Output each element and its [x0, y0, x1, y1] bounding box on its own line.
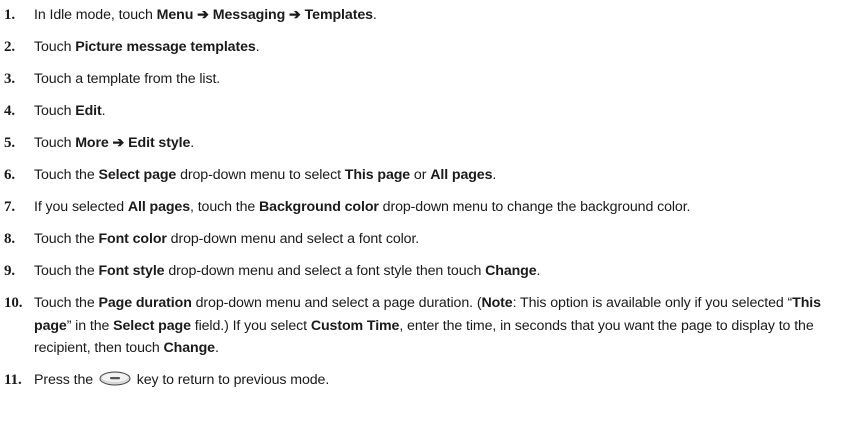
step-text-segment: Touch the: [34, 295, 99, 311]
step-text-segment: Touch the: [34, 231, 99, 247]
end-call-key-icon: [99, 371, 131, 394]
step-text: In Idle mode, touch Menu ➔ Messaging ➔ T…: [34, 7, 377, 23]
bold-term: Templates: [304, 7, 373, 23]
step-text-segment: .: [536, 263, 541, 279]
step-number: 4.: [4, 103, 16, 119]
step-text-segment: Touch a template from the list.: [34, 71, 221, 87]
step-text-segment: In Idle mode, touch: [34, 7, 157, 23]
step-text: Touch the Page duration drop-down menu a…: [34, 295, 821, 356]
step-text-segment: field.) If you select: [190, 317, 311, 334]
step-text-segment: .: [492, 167, 497, 183]
step-number: 5.: [4, 135, 16, 151]
step-number: 7.: [4, 199, 16, 215]
bold-term: Change: [485, 263, 537, 279]
step-item: 5. Touch More ➔ Edit style.: [4, 132, 839, 155]
bold-term: All pages: [430, 167, 493, 183]
step-text-segment: : This option is available only if you s…: [512, 295, 793, 311]
step-text-segment: drop-down menu and select a font color.: [166, 231, 420, 247]
step-text-segment: Press the: [34, 372, 97, 388]
bold-term: Note: [481, 295, 513, 311]
step-item: 10. Touch the Page duration drop-down men…: [4, 292, 839, 360]
step-text-segment: .: [255, 39, 260, 55]
step-text: Touch the Font style drop-down menu and …: [34, 263, 540, 279]
step-number: 2.: [4, 39, 16, 55]
step-text-segment: , touch the: [190, 199, 260, 215]
step-text-segment: .: [101, 103, 106, 119]
step-text: Touch More ➔ Edit style.: [34, 135, 194, 151]
step-number: 11.: [4, 372, 22, 388]
step-text: If you selected All pages, touch the Bac…: [34, 199, 691, 215]
step-text-segment: .: [190, 135, 195, 151]
bold-term: Custom Time: [310, 317, 400, 334]
step-item: 1. In Idle mode, touch Menu ➔ Messaging ➔…: [4, 4, 839, 27]
bold-term: Menu: [156, 7, 194, 23]
step-text: Touch Edit.: [34, 103, 106, 119]
step-text: Touch the Font color drop-down menu and …: [34, 231, 419, 247]
step-text: Press the key to return to previous mode…: [34, 371, 330, 388]
step-number: 6.: [4, 167, 16, 183]
bold-term: Select page: [113, 317, 191, 334]
bold-term: Select page: [98, 167, 177, 183]
step-number: 9.: [4, 263, 16, 279]
step-item: 9. Touch the Font style drop-down menu an…: [4, 260, 839, 283]
bold-term: Change: [163, 340, 216, 356]
step-text-segment: drop-down menu to select: [176, 167, 345, 183]
step-text: Touch the Select page drop-down menu to …: [34, 167, 496, 183]
step-number: 8.: [4, 231, 16, 247]
step-item: 8. Touch the Font color drop-down menu an…: [4, 228, 839, 251]
bold-term: Edit: [75, 103, 102, 119]
step-item: 2. Touch Picture message templates.: [4, 36, 839, 59]
step-number: 10.: [4, 295, 23, 311]
bold-term: Font color: [98, 231, 167, 247]
bold-term: All pages: [127, 199, 191, 215]
bold-term: ➔: [193, 7, 213, 23]
bold-term: Messaging: [212, 7, 286, 23]
step-text-segment: drop-down menu to change the background …: [378, 199, 691, 215]
step-number: 3.: [4, 71, 16, 87]
step-text-segment: .: [214, 340, 219, 356]
step-text-segment: drop-down menu and select a page duratio…: [191, 295, 482, 311]
step-number: 1.: [4, 7, 16, 23]
step-item: 11. Press the key to return to previous m…: [4, 369, 839, 394]
step-item: 6. Touch the Select page drop-down menu t…: [4, 164, 839, 187]
step-item: 4. Touch Edit.: [4, 100, 839, 123]
step-text: Touch Picture message templates.: [34, 39, 260, 55]
step-text-segment: If you selected: [34, 199, 128, 215]
bold-term: This page: [344, 167, 411, 183]
step-text-segment: Touch: [34, 135, 76, 151]
step-text-segment: .: [372, 7, 377, 23]
step-text-segment: ” in the: [66, 317, 114, 334]
step-text-segment: Touch the: [34, 167, 99, 183]
bold-term: More ➔ Edit style: [75, 135, 191, 151]
instruction-steps: 1. In Idle mode, touch Menu ➔ Messaging ➔…: [4, 4, 839, 403]
bold-term: ➔: [285, 7, 305, 23]
bold-term: Picture message templates: [75, 39, 256, 55]
step-item: 7. If you selected All pages, touch the B…: [4, 196, 839, 219]
step-text-segment: Touch: [34, 103, 76, 119]
end-call-key-graphic: [99, 371, 131, 386]
step-text-segment: Touch: [34, 39, 76, 55]
step-text-segment: drop-down menu and select a font style t…: [164, 263, 486, 279]
step-text-segment: key to return to previous mode.: [136, 372, 330, 388]
bold-term: Font style: [98, 263, 165, 279]
step-text: Touch a template from the list.: [34, 71, 220, 87]
step-text-segment: or: [410, 167, 431, 183]
bold-term: Page duration: [98, 295, 192, 311]
step-text-segment: Touch the: [34, 263, 99, 279]
step-item: 3. Touch a template from the list.: [4, 68, 839, 91]
bold-term: Background color: [259, 199, 379, 215]
